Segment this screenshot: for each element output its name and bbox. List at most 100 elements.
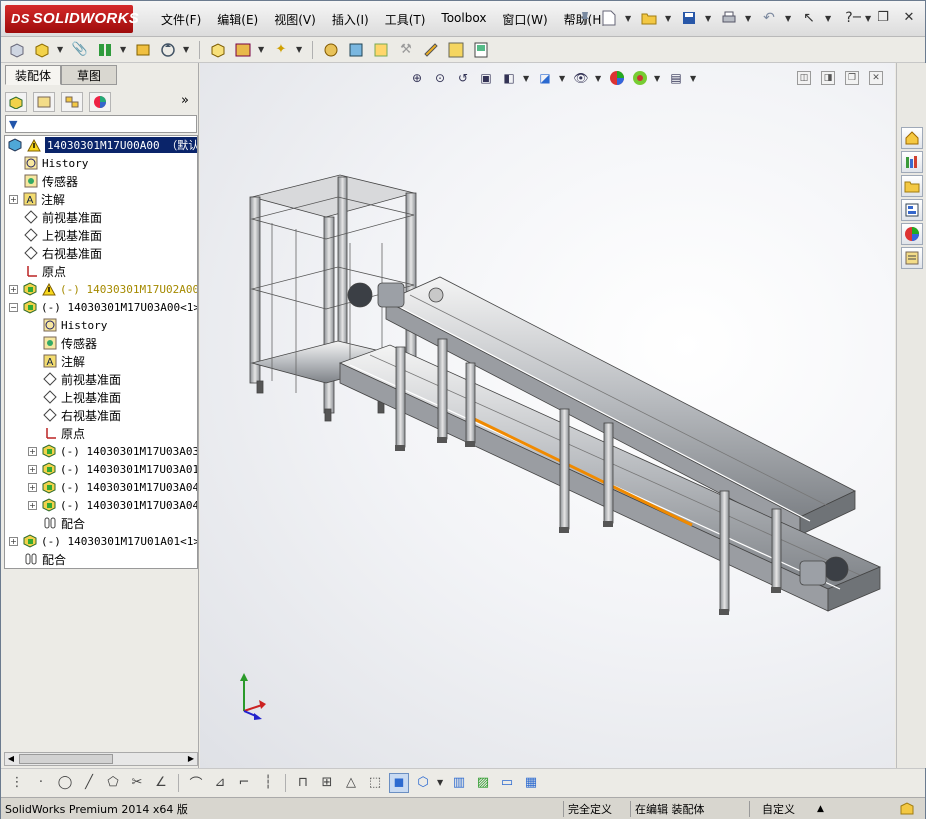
- tab-assembly[interactable]: 装配体: [5, 65, 61, 85]
- menu-toolbox[interactable]: Toolbox: [433, 11, 494, 28]
- units-up-arrow-icon[interactable]: ▲: [817, 804, 824, 814]
- corner-icon[interactable]: ⌐: [234, 773, 254, 793]
- tree-item-history-2[interactable]: History: [42, 316, 107, 334]
- large-assembly-icon[interactable]: [471, 40, 491, 60]
- expand-toggle-icon[interactable]: +: [28, 464, 37, 474]
- grid-icon[interactable]: ⊞: [317, 773, 337, 793]
- tree-item-annotations[interactable]: + A 注解: [9, 190, 65, 208]
- assembly-features-icon[interactable]: [233, 40, 253, 60]
- tree-item-right-plane[interactable]: 右视基准面: [23, 244, 102, 262]
- expand-pane-icon[interactable]: »: [181, 93, 189, 108]
- new-part-dropdown-icon[interactable]: ▼: [57, 45, 65, 54]
- tree-item-sensors[interactable]: 传感器: [23, 172, 78, 190]
- point-icon[interactable]: ·: [31, 773, 51, 793]
- bom-icon[interactable]: [321, 40, 341, 60]
- solidworks-logo[interactable]: DS SOLIDWORKS: [5, 5, 139, 33]
- polygon-icon[interactable]: ⬠: [103, 773, 123, 793]
- tree-horizontal-scrollbar[interactable]: ◀ ▶: [4, 752, 198, 766]
- select-dropdown-icon[interactable]: ▼: [825, 14, 833, 23]
- tile-windows-icon[interactable]: ▥: [449, 773, 469, 793]
- assembly-xpert-icon[interactable]: [446, 40, 466, 60]
- tree-item-part-a04-2[interactable]: + (-) 14030301M17U03A04<: [28, 496, 197, 514]
- smart-dimension-icon[interactable]: ⊓: [293, 773, 313, 793]
- new-document-icon[interactable]: [599, 8, 619, 28]
- chamfer-icon[interactable]: ⊿: [210, 773, 230, 793]
- tree-item-front-plane-2[interactable]: 前视基准面: [42, 370, 121, 388]
- line-icon[interactable]: ╱: [79, 773, 99, 793]
- circle-icon[interactable]: ◯: [55, 773, 75, 793]
- tree-filter[interactable]: ▼: [5, 115, 197, 133]
- minimize-icon[interactable]: −: [849, 9, 865, 25]
- tree-item-origin[interactable]: 原点: [23, 262, 66, 280]
- trim-icon[interactable]: ✂: [127, 773, 147, 793]
- fillet-icon[interactable]: ⌒: [186, 773, 206, 793]
- tree-item-part-a04[interactable]: + (-) 14030301M17U03A04<: [28, 478, 197, 496]
- menu-insert[interactable]: 插入(I): [324, 11, 377, 28]
- new-dropdown-icon[interactable]: ▼: [625, 14, 633, 23]
- solidworks-resources-icon[interactable]: [901, 127, 923, 149]
- tree-item-subassembly-u01[interactable]: + (-) 14030301M17U01A01<1>: [9, 532, 197, 550]
- interference-icon[interactable]: ⚒: [396, 40, 416, 60]
- custom-properties-icon[interactable]: [901, 247, 923, 269]
- save-icon[interactable]: [679, 8, 699, 28]
- tree-item-history[interactable]: History: [23, 154, 88, 172]
- tree-item-origin-2[interactable]: 原点: [42, 424, 85, 442]
- insert-component-icon[interactable]: [7, 40, 27, 60]
- shaded-box-icon[interactable]: ◼: [389, 772, 409, 793]
- undo-dropdown-icon[interactable]: ▼: [785, 14, 793, 23]
- scroll-left-icon[interactable]: ◀: [5, 753, 17, 765]
- angle-icon[interactable]: ∠: [151, 773, 171, 793]
- expand-toggle-icon[interactable]: +: [28, 500, 37, 510]
- tree-item-subassembly-u03[interactable]: − (-) 14030301M17U03A00<1>: [9, 298, 197, 316]
- collapse-toggle-icon[interactable]: −: [9, 302, 18, 312]
- design-library-icon[interactable]: [901, 151, 923, 173]
- assembly-features-dropdown-icon[interactable]: ▼: [258, 45, 266, 54]
- instant3d-icon[interactable]: [421, 40, 441, 60]
- triangle-icon[interactable]: △: [341, 773, 361, 793]
- tree-item-mates-2[interactable]: 配合: [42, 514, 85, 532]
- smart-fasteners-icon[interactable]: [133, 40, 153, 60]
- open-folder-icon[interactable]: [639, 8, 659, 28]
- select-arrow-icon[interactable]: ↖: [799, 8, 819, 28]
- graphics-area[interactable]: ⊕ ⊙ ↺ ▣ ◧ ▼ ◪ ▼ 👁 ▼ ▼ ▤ ▼ ◫ ◨ ❐ ✕: [200, 63, 895, 768]
- tree-item-sensors-2[interactable]: 传感器: [42, 334, 97, 352]
- expand-toggle-icon[interactable]: +: [9, 536, 18, 546]
- save-dropdown-icon[interactable]: ▼: [705, 14, 713, 23]
- show-hidden-icon[interactable]: [208, 40, 228, 60]
- move-component-icon[interactable]: [158, 40, 178, 60]
- print-icon[interactable]: [719, 8, 739, 28]
- view-dropdown-icon[interactable]: ▼: [437, 778, 445, 787]
- menu-window[interactable]: 窗口(W): [494, 11, 555, 28]
- open-dropdown-icon[interactable]: ▼: [665, 14, 673, 23]
- tree-item-part-a01[interactable]: + (-) 14030301M17U03A01<: [28, 460, 197, 478]
- view-palette-icon[interactable]: [901, 199, 923, 221]
- tree-root-assembly[interactable]: 14030301M17U00A00 （默认<: [7, 136, 197, 154]
- menu-edit[interactable]: 编辑(E): [209, 11, 266, 28]
- tree-item-top-plane-2[interactable]: 上视基准面: [42, 388, 121, 406]
- tree-item-part-a03[interactable]: + (-) 14030301M17U03A03<: [28, 442, 197, 460]
- tree-item-annotations-2[interactable]: A 注解: [42, 352, 85, 370]
- exploded-view-icon[interactable]: [346, 40, 366, 60]
- close-icon[interactable]: ✕: [901, 9, 917, 25]
- layout-icon[interactable]: ▨: [473, 773, 493, 793]
- property-manager-icon[interactable]: [33, 92, 55, 112]
- expand-toggle-icon[interactable]: +: [28, 446, 37, 456]
- feature-manager-icon[interactable]: [5, 92, 27, 112]
- tree-item-subassembly-u02[interactable]: + (-) 14030301M17U02A00<1: [9, 280, 197, 298]
- paperclip-icon[interactable]: 📎: [70, 40, 90, 60]
- expand-toggle-icon[interactable]: +: [9, 284, 18, 294]
- configuration-manager-icon[interactable]: [61, 92, 83, 112]
- restore-icon[interactable]: ❐: [875, 9, 891, 25]
- tab-sketch[interactable]: 草图: [61, 65, 117, 85]
- expand-toggle-icon[interactable]: +: [28, 482, 37, 492]
- rebuild-tag-icon[interactable]: [899, 801, 915, 817]
- reference-geometry-icon[interactable]: ✦: [271, 40, 291, 60]
- mate-dropdown-icon[interactable]: ▼: [120, 45, 128, 54]
- display-manager-icon[interactable]: [89, 92, 111, 112]
- mate-icon[interactable]: [95, 40, 115, 60]
- expand-toggle-icon[interactable]: +: [9, 194, 18, 204]
- conveyor-model[interactable]: [200, 63, 895, 768]
- window-icon[interactable]: ▭: [497, 773, 517, 793]
- isometric-view-icon[interactable]: ⬡: [413, 773, 433, 793]
- new-part-icon[interactable]: [32, 40, 52, 60]
